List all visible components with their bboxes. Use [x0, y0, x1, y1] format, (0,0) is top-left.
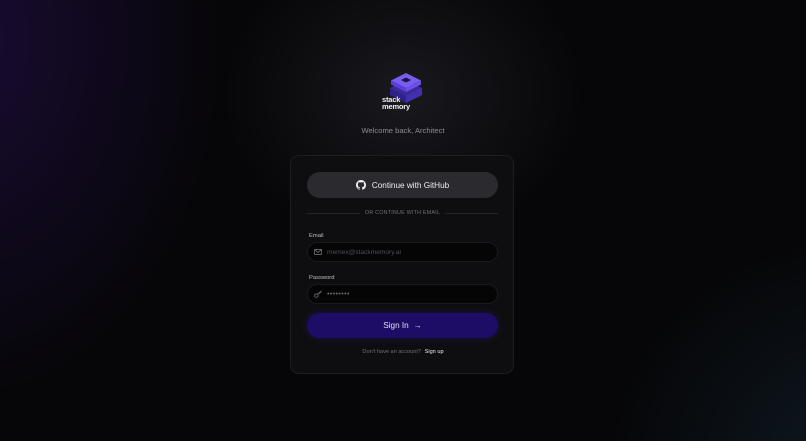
welcome-message: Welcome back, Architect: [361, 126, 445, 135]
mail-icon: [314, 249, 322, 255]
divider-text: OR CONTINUE WITH EMAIL: [364, 210, 441, 216]
divider-line-left: [307, 212, 360, 214]
sign-up-link[interactable]: Sign up: [425, 349, 444, 355]
logo-wordmark: stack memory: [382, 96, 410, 111]
sign-in-label: Sign In: [383, 321, 409, 330]
or-divider: OR CONTINUE WITH EMAIL: [307, 208, 498, 218]
email-field[interactable]: [307, 242, 498, 262]
arrow-right-icon: →: [413, 321, 422, 330]
login-card: Continue with GitHub OR CONTINUE WITH EM…: [290, 155, 514, 374]
password-input[interactable]: ••••••••: [327, 291, 350, 298]
key-icon: [314, 290, 322, 298]
signup-prompt-text: Don't have an account?: [362, 349, 422, 355]
password-field[interactable]: ••••••••: [307, 284, 498, 304]
signup-prompt: Don't have an account? Sign up: [291, 349, 515, 355]
github-icon: [355, 180, 366, 190]
github-login-button[interactable]: Continue with GitHub: [307, 172, 498, 198]
email-label: Email: [309, 233, 324, 239]
divider-line-right: [445, 212, 498, 214]
logo-wordmark-line2: memory: [382, 101, 410, 111]
password-label: Password: [309, 275, 335, 281]
sign-in-button[interactable]: Sign In →: [307, 313, 498, 338]
github-button-label: Continue with GitHub: [371, 180, 450, 190]
email-input[interactable]: [327, 248, 477, 256]
